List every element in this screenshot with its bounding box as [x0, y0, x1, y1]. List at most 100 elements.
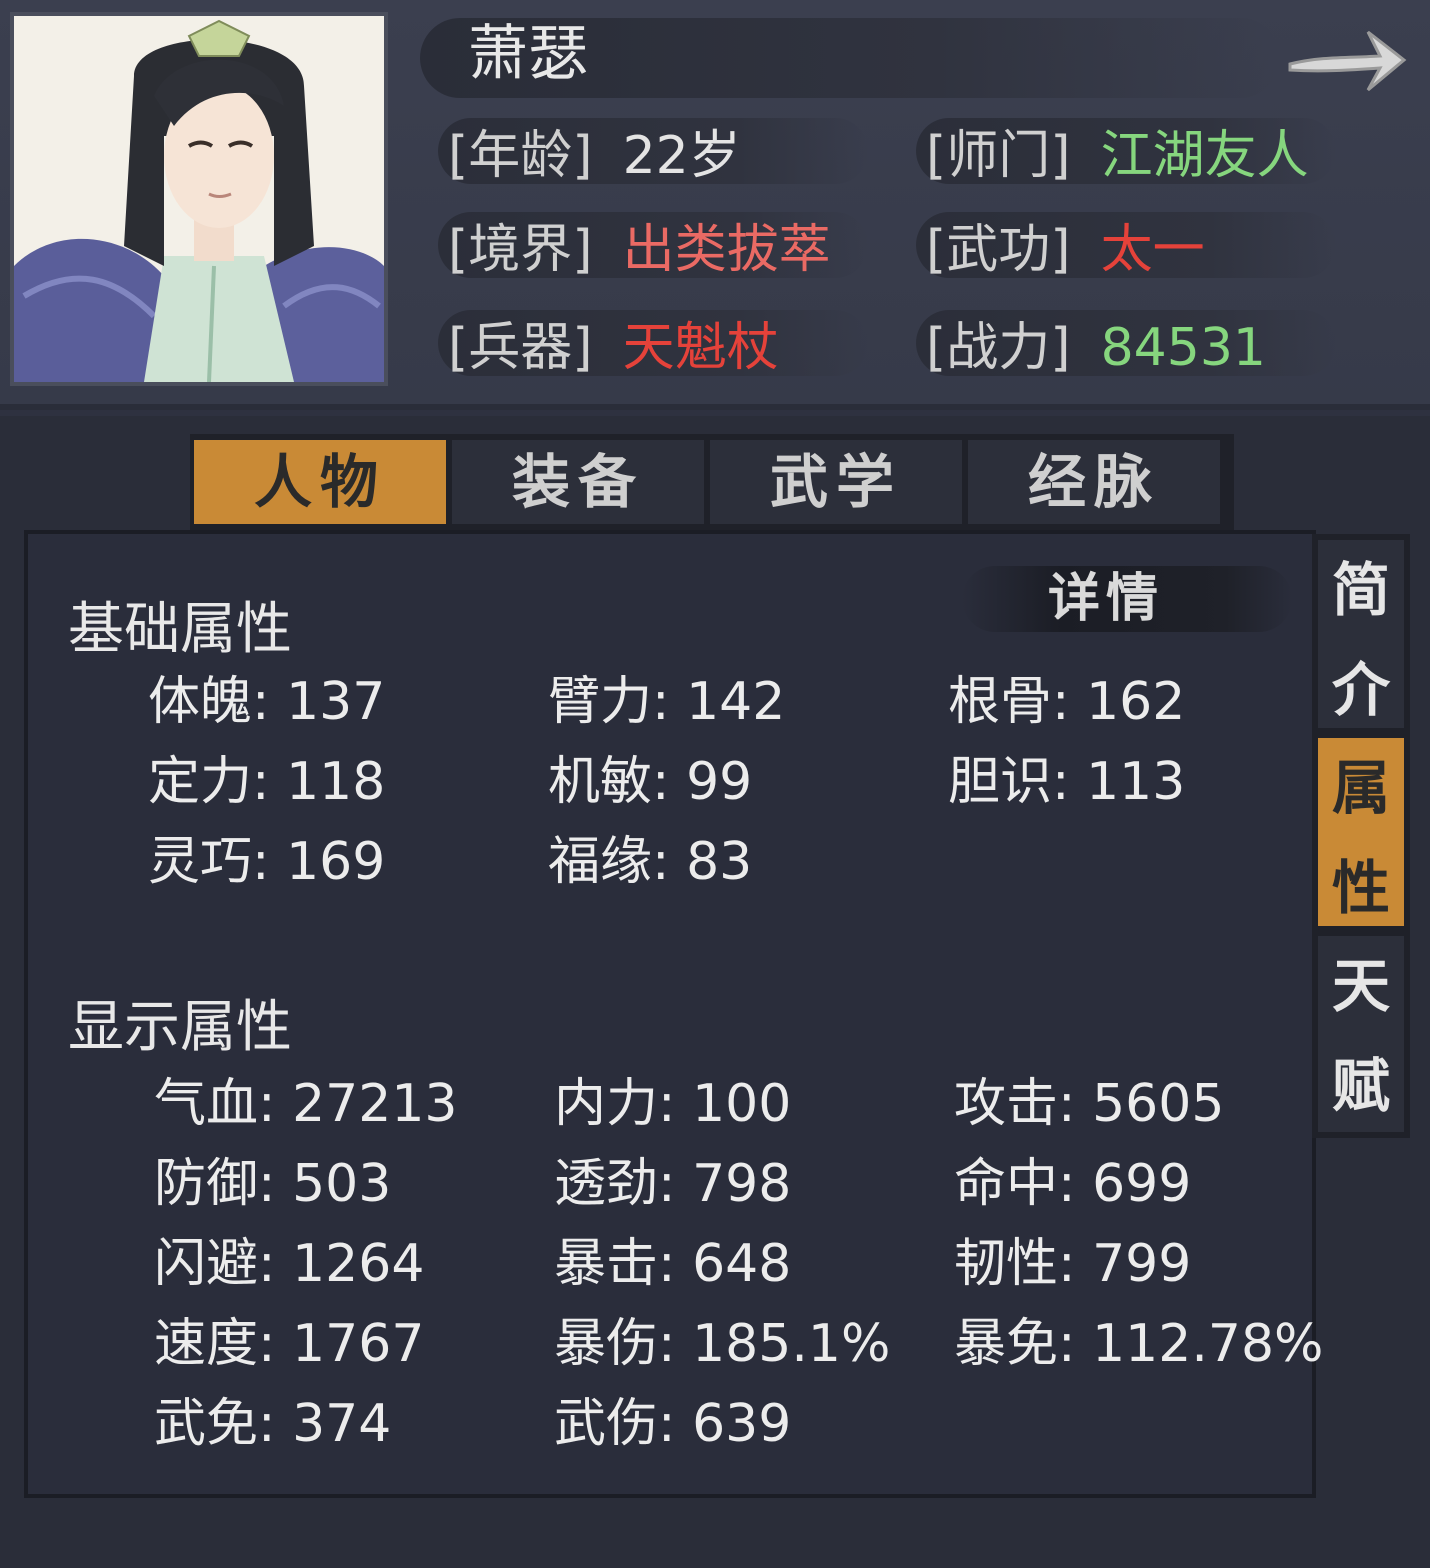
info-row: [战力] 84531: [926, 316, 1266, 380]
stat-item: 胆识: 113: [948, 752, 1185, 812]
stat-separator: :: [652, 672, 687, 732]
stat-value: 798: [692, 1154, 792, 1214]
basic-attributes-title: 基础属性: [68, 597, 292, 662]
stat-label: 闪避: [154, 1234, 259, 1294]
stat-separator: :: [658, 1074, 693, 1134]
stat-value: 137: [286, 672, 386, 732]
stat-item: 暴免: 112.78%: [954, 1314, 1323, 1374]
stat-value: 27213: [292, 1074, 458, 1134]
stat-item: 暴伤: 185.1%: [554, 1314, 890, 1374]
stat-item: 灵巧: 169: [148, 832, 385, 892]
tab-character[interactable]: 人物: [194, 440, 446, 524]
stat-label: 臂力: [548, 672, 653, 732]
stat-separator: :: [258, 1154, 293, 1214]
stat-item: 根骨: 162: [948, 672, 1185, 732]
stat-item: 韧性: 799: [954, 1234, 1191, 1294]
info-key: [师门]: [926, 126, 1071, 186]
tab-bar: 人物 装备 武学 经脉: [190, 434, 1234, 530]
info-row: [师门] 江湖友人: [926, 124, 1309, 188]
stat-separator: :: [258, 1074, 293, 1134]
stat-item: 透劲: 798: [554, 1154, 791, 1214]
info-value: 天魁杖: [622, 318, 779, 378]
stat-value: 185.1%: [692, 1314, 891, 1374]
side-tab-char: 赋: [1331, 1052, 1390, 1120]
stat-separator: :: [252, 752, 287, 812]
stat-label: 透劲: [554, 1154, 659, 1214]
stat-item: 机敏: 99: [548, 752, 752, 812]
side-tab-char: 性: [1331, 854, 1390, 922]
info-row: [兵器] 天魁杖: [448, 316, 779, 380]
detail-button[interactable]: 详情: [1048, 566, 1164, 632]
stat-label: 胆识: [948, 752, 1053, 812]
stat-label: 命中: [954, 1154, 1059, 1214]
stat-label: 体魄: [148, 672, 253, 732]
next-arrow-icon[interactable]: [1282, 18, 1412, 102]
stat-label: 机敏: [548, 752, 653, 812]
stat-separator: :: [258, 1234, 293, 1294]
stat-label: 根骨: [948, 672, 1053, 732]
stat-separator: :: [652, 752, 687, 812]
stat-separator: :: [258, 1394, 293, 1454]
stat-value: 648: [692, 1234, 792, 1294]
side-tab-intro[interactable]: 简 介: [1318, 540, 1404, 728]
stat-value: 100: [692, 1074, 792, 1134]
stat-label: 韧性: [954, 1234, 1059, 1294]
stat-item: 武免: 374: [154, 1394, 391, 1454]
side-tab-char: 属: [1331, 754, 1390, 822]
stat-item: 臂力: 142: [548, 672, 785, 732]
info-key: [武功]: [926, 220, 1071, 280]
info-row: [武功] 太一: [926, 218, 1205, 282]
stat-item: 定力: 118: [148, 752, 385, 812]
stat-label: 暴击: [554, 1234, 659, 1294]
stat-label: 定力: [148, 752, 253, 812]
stat-separator: :: [652, 832, 687, 892]
info-value: 太一: [1100, 220, 1205, 280]
stat-separator: :: [252, 672, 287, 732]
info-value: 出类拔萃: [622, 220, 831, 280]
info-row: [年龄] 22岁: [448, 124, 741, 188]
info-value: 江湖友人: [1100, 126, 1309, 186]
side-tab-char: 天: [1331, 952, 1390, 1020]
stat-value: 142: [686, 672, 786, 732]
stat-item: 防御: 503: [154, 1154, 391, 1214]
stat-separator: :: [658, 1234, 693, 1294]
side-tab-talent[interactable]: 天 赋: [1318, 936, 1404, 1132]
stat-value: 113: [1086, 752, 1186, 812]
stat-item: 内力: 100: [554, 1074, 791, 1134]
stat-separator: :: [658, 1394, 693, 1454]
stat-label: 内力: [554, 1074, 659, 1134]
stat-item: 暴击: 648: [554, 1234, 791, 1294]
stat-value: 1767: [292, 1314, 425, 1374]
stat-item: 武伤: 639: [554, 1394, 791, 1454]
stat-label: 暴免: [954, 1314, 1059, 1374]
stat-value: 639: [692, 1394, 792, 1454]
info-value: 22岁: [622, 126, 741, 186]
info-key: [战力]: [926, 318, 1071, 378]
portrait-image: [14, 16, 384, 382]
stat-label: 武伤: [554, 1394, 659, 1454]
stat-separator: :: [1058, 1154, 1093, 1214]
tab-equipment[interactable]: 装备: [452, 440, 704, 524]
side-tab-attributes[interactable]: 属 性: [1318, 738, 1404, 926]
side-tab-char: 简: [1331, 556, 1390, 624]
stat-separator: :: [658, 1314, 693, 1374]
stat-item: 气血: 27213: [154, 1074, 458, 1134]
stat-value: 169: [286, 832, 386, 892]
stat-label: 速度: [154, 1314, 259, 1374]
stat-value: 162: [1086, 672, 1186, 732]
stat-separator: :: [1052, 752, 1087, 812]
stat-separator: :: [1052, 672, 1087, 732]
stat-label: 防御: [154, 1154, 259, 1214]
stat-label: 福缘: [548, 832, 653, 892]
stat-item: 命中: 699: [954, 1154, 1191, 1214]
info-row: [境界] 出类拔萃: [448, 218, 831, 282]
info-key: [年龄]: [448, 126, 593, 186]
stat-label: 武免: [154, 1394, 259, 1454]
stat-label: 攻击: [954, 1074, 1059, 1134]
stat-label: 暴伤: [554, 1314, 659, 1374]
stat-item: 福缘: 83: [548, 832, 752, 892]
side-tab-bar: 简 介 属 性 天 赋: [1312, 534, 1410, 1138]
tab-martial-arts[interactable]: 武学: [710, 440, 962, 524]
stat-item: 闪避: 1264: [154, 1234, 424, 1294]
tab-meridians[interactable]: 经脉: [968, 440, 1220, 524]
